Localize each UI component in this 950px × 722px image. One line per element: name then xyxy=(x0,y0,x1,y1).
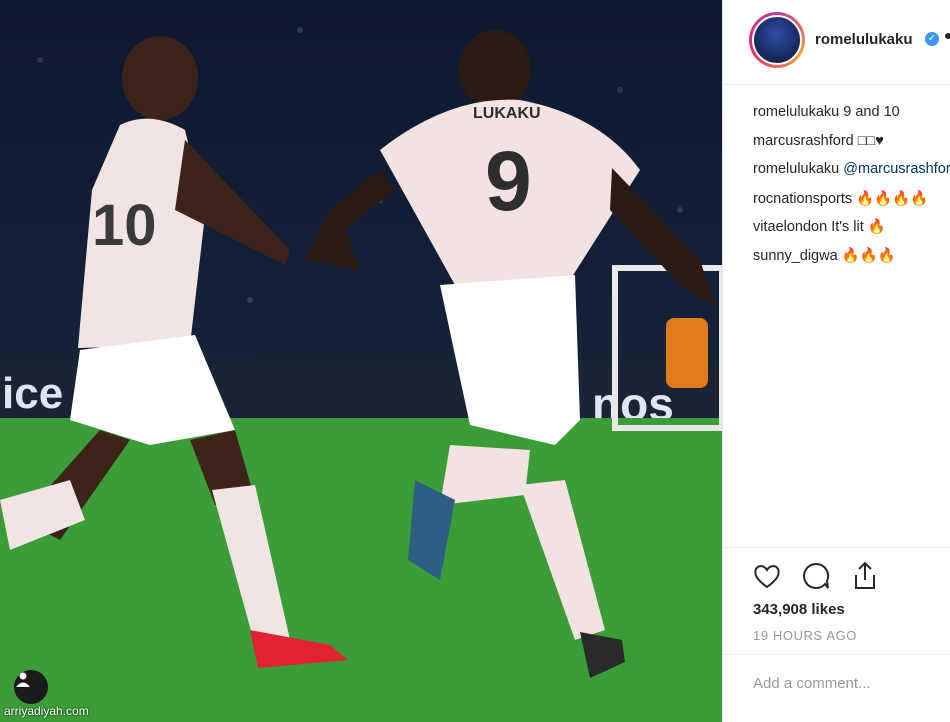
action-bar: 343,908 likes 19 HOURS AGO xyxy=(723,547,950,648)
avatar[interactable] xyxy=(749,12,805,68)
verified-check-icon: ✓ xyxy=(925,32,939,46)
comment-username[interactable]: rocnationsports xyxy=(753,191,852,207)
comment-username[interactable]: marcusrashford xyxy=(753,133,854,149)
heart-icon[interactable] xyxy=(751,560,783,592)
post-header: romelulukaku ✓ xyxy=(723,0,950,85)
likes-count[interactable]: 343,908 likes xyxy=(753,601,845,618)
comment-mention[interactable]: @marcusrashford xyxy=(843,161,950,177)
post-sidebar: romelulukaku ✓ romelulukaku 9 and 10 mar… xyxy=(722,0,950,722)
avatar-image xyxy=(752,15,802,65)
comment-text: □□♥ xyxy=(853,132,884,149)
post-timestamp[interactable]: 19 HOURS AGO xyxy=(753,628,857,643)
match-photo-illustration: ice nos 10 LUKAKU 9 xyxy=(0,0,722,722)
add-comment-field[interactable]: Add a comment... xyxy=(723,654,950,722)
post-photo[interactable]: ice nos 10 LUKAKU 9 arriyadiyah.com xyxy=(0,0,722,722)
add-comment-placeholder: Add a comment... xyxy=(753,675,871,692)
watermark: arriyadiyah.com xyxy=(4,704,89,718)
jersey-left-number: 10 xyxy=(92,193,157,258)
list-item: romelulukaku 9 and 10 xyxy=(753,104,950,133)
comment-text: It's lit 🔥 xyxy=(827,219,886,235)
jersey-right-number: 9 xyxy=(485,134,532,228)
comment-list: romelulukaku 9 and 10 marcusrashford □□♥… xyxy=(753,104,950,275)
comment-text: 🔥🔥🔥🔥 xyxy=(852,190,929,207)
comment-icon[interactable] xyxy=(800,560,832,592)
list-item: sunny_digwa 🔥🔥🔥 xyxy=(753,247,950,276)
share-icon[interactable] xyxy=(849,560,881,592)
comment-text: 🔥🔥🔥 xyxy=(837,247,896,264)
jersey-right-name: LUKAKU xyxy=(473,105,541,122)
comment-username[interactable]: romelulukaku xyxy=(753,104,839,120)
comment-username[interactable]: romelulukaku xyxy=(753,161,839,177)
board-left-text: ice xyxy=(2,369,63,418)
comment-username[interactable]: vitaelondon xyxy=(753,219,827,235)
username-link[interactable]: romelulukaku xyxy=(815,31,913,48)
comment-text: 9 and 10 xyxy=(839,104,900,120)
list-item: romelulukaku @marcusrashford xyxy=(753,161,950,190)
list-item: rocnationsports 🔥🔥🔥🔥 xyxy=(753,190,950,219)
tagged-user-icon[interactable] xyxy=(14,670,48,704)
more-options-icon[interactable] xyxy=(945,33,950,39)
list-item: vitaelondon It's lit 🔥 xyxy=(753,218,950,247)
list-item: marcusrashford □□♥ xyxy=(753,133,950,162)
comment-username[interactable]: sunny_digwa xyxy=(753,248,838,264)
